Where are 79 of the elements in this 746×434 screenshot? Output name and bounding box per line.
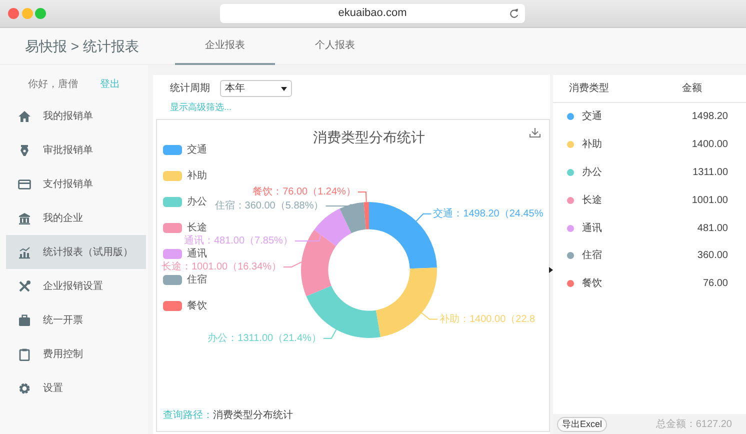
leader-line	[416, 213, 432, 222]
maximize-window-button[interactable]	[35, 8, 46, 19]
sidebar-item[interactable]: 设置	[6, 371, 146, 405]
expense-type-cell-text: 长途	[582, 194, 602, 208]
legend-label[interactable]: 补助	[187, 170, 207, 182]
export-excel-button[interactable]: 导出Excel	[557, 416, 608, 432]
amount-cell-text: 1400.00	[692, 138, 728, 152]
amount-cell-text: 76.00	[702, 277, 728, 292]
period-select[interactable]: 本年	[220, 80, 292, 97]
expense-type-cell-text: 办公	[582, 166, 602, 180]
amount-cell-text: 1001.00	[692, 194, 728, 208]
sidebar-item[interactable]: 费用控制	[6, 337, 146, 371]
greeting-text: 你好，唐僧	[28, 78, 78, 92]
expense-type-cell-text: 餐饮	[582, 276, 602, 292]
expense-type-cell-text: 住宿	[582, 248, 602, 264]
amount-cell-text: 1498.20	[692, 110, 728, 124]
donut-slice[interactable]	[301, 230, 336, 296]
donut-slice[interactable]	[340, 202, 366, 234]
chart-icon	[18, 246, 31, 258]
slice-label: 交通：1498.20（24.45%	[433, 208, 544, 220]
slice-label: 办公：1311.00（21.4%）	[208, 333, 322, 344]
expense-type-cell-text: 交通	[582, 110, 602, 124]
sidebar-item[interactable]: 我的报销单	[6, 99, 146, 133]
sidebar-item[interactable]: 企业报销设置	[6, 269, 146, 303]
donut-slice[interactable]	[314, 208, 352, 246]
clipboard-icon	[18, 348, 31, 360]
slice-label: 餐饮：76.00（1.24%）	[252, 186, 356, 198]
total-amount: 总金额：6127.20	[656, 418, 732, 432]
breadcrumb: 易快报 > 统计报表	[24, 36, 140, 56]
report-tab[interactable]: 企业报表	[175, 28, 275, 65]
tools-icon	[18, 280, 31, 292]
legend-label[interactable]: 餐饮	[187, 300, 207, 312]
credit-card-icon	[18, 178, 31, 190]
leader-line	[322, 329, 337, 339]
donut-slice[interactable]	[376, 268, 437, 338]
donut-slice[interactable]	[364, 202, 369, 230]
amount-cell-text: 360.00	[697, 249, 728, 264]
minimize-window-button[interactable]	[22, 8, 32, 19]
reload-icon[interactable]	[509, 8, 519, 19]
leader-line	[283, 262, 302, 268]
query-path-label: 查询路径：	[163, 410, 213, 421]
report-tab[interactable]: 个人报表	[285, 28, 385, 65]
column-header: 消费类型	[569, 82, 609, 96]
legend-label[interactable]: 交通	[187, 144, 207, 156]
column-header: 金额	[682, 82, 702, 96]
query-path-text: 消费类型分布统计	[213, 410, 293, 421]
chart-title: 消费类型分布统计	[313, 129, 425, 145]
sidebar-item[interactable]: 统一开票	[6, 303, 146, 337]
slice-label: 住宿：360.00（5.88%）	[214, 200, 324, 212]
legend-label[interactable]: 住宿	[187, 274, 207, 286]
legend-label[interactable]: 长途	[187, 222, 207, 234]
slice-label: 通讯：481.00（7.85%）	[184, 236, 293, 247]
sidebar-item[interactable]: 统计报表（试用版）	[6, 235, 146, 269]
expense-type-cell-text: 补助	[582, 138, 602, 152]
sidebar-item[interactable]: 我的企业	[6, 201, 146, 235]
building-icon	[18, 212, 31, 224]
period-label: 统计周期	[170, 82, 210, 96]
leader-line	[421, 312, 438, 320]
amount-cell-text: 481.00	[697, 222, 728, 236]
sidebar-item[interactable]: 支付报销单	[6, 167, 146, 201]
leader-line	[294, 217, 326, 242]
url-text: ekuaibao.com	[338, 6, 407, 22]
close-window-button[interactable]	[8, 8, 19, 19]
expense-type-cell-text: 通讯	[582, 222, 602, 236]
slice-label: 补助：1400.00（22.8	[439, 314, 536, 325]
leader-line	[325, 204, 352, 207]
legend-label[interactable]: 通讯	[187, 248, 207, 260]
settings-icon	[18, 382, 31, 394]
amount-cell-text: 1311.00	[692, 166, 728, 180]
legend-label[interactable]: 办公	[187, 196, 207, 208]
caret-icon	[281, 86, 287, 90]
download-icon[interactable]	[530, 128, 540, 138]
briefcase-icon	[18, 314, 31, 326]
sidebar-item[interactable]: 审批报销单	[6, 133, 146, 167]
leader-line	[357, 192, 367, 203]
slice-label: 长途：1001.00（16.34%）	[161, 262, 282, 273]
address-bar[interactable]: ekuaibao.com	[220, 4, 525, 23]
pen-nib-icon	[18, 144, 31, 156]
home-icon	[18, 110, 31, 122]
